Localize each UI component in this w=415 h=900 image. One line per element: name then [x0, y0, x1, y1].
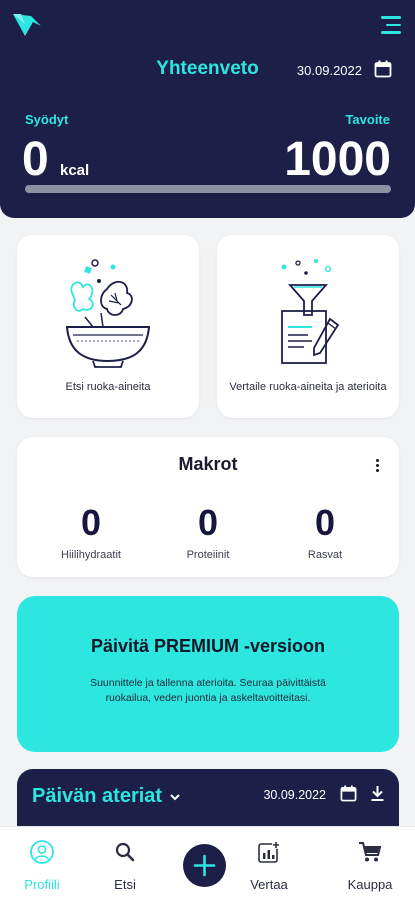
calorie-progress-bar	[25, 185, 391, 193]
compare-chart-icon	[258, 841, 280, 863]
compare-foods-label: Vertaile ruoka-aineita ja aterioita	[229, 381, 387, 393]
macro-carbs-value: 0	[80, 502, 102, 543]
nav-profile-label: Profiili	[24, 877, 60, 892]
macros-card: Makrot 0 Hiilihydraatit 0 Proteiinit 0 R…	[17, 437, 399, 577]
nav-compare-label: Vertaa	[250, 877, 288, 892]
goal-label: Tavoite	[345, 112, 390, 127]
macro-protein: 0 Proteiinit	[158, 502, 258, 562]
hamburger-menu-icon[interactable]	[381, 16, 401, 34]
premium-upgrade-banner[interactable]: Päivitä PREMIUM -versioon Suunnittele ja…	[17, 596, 399, 752]
goal-value: 1000	[284, 133, 391, 186]
daily-meals-date: 30.09.2022	[263, 788, 326, 802]
search-foods-label: Etsi ruoka-aineita	[65, 381, 151, 393]
summary-header: Yhteenveto 30.09.2022 Syödyt Tavoite 0 k…	[0, 0, 415, 218]
macro-fat-value: 0	[314, 502, 336, 543]
eaten-value: 0	[22, 133, 49, 186]
nav-shop-label: Kauppa	[347, 877, 393, 892]
macro-protein-value: 0	[197, 502, 219, 543]
more-options-icon[interactable]	[376, 459, 380, 474]
nav-shop[interactable]: Kauppa	[335, 839, 405, 892]
eaten-label: Syödyt	[25, 112, 69, 127]
app-logo-icon[interactable]	[11, 12, 43, 38]
macro-protein-label: Proteiinit	[186, 549, 230, 561]
chevron-down-icon[interactable]	[169, 791, 181, 803]
cart-icon	[359, 842, 382, 862]
nav-profile[interactable]: Profiili	[7, 839, 77, 892]
calendar-icon[interactable]	[340, 785, 357, 802]
nav-search-label: Etsi	[114, 877, 136, 892]
search-icon	[115, 842, 135, 862]
macro-carbs: 0 Hiilihydraatit	[41, 502, 141, 562]
compare-foods-tile[interactable]: Vertaile ruoka-aineita ja aterioita	[217, 235, 399, 418]
header-date: 30.09.2022	[296, 63, 362, 78]
search-foods-tile[interactable]: Etsi ruoka-aineita	[17, 235, 199, 418]
premium-title: Päivitä PREMIUM -versioon	[90, 636, 326, 656]
macro-fat: 0 Rasvat	[275, 502, 375, 562]
premium-description: Suunnittele ja tallenna aterioita. Seura…	[90, 677, 326, 704]
add-icon	[193, 854, 216, 877]
profile-icon	[30, 840, 54, 864]
macros-title: Makrot	[178, 454, 238, 474]
daily-meals-title[interactable]: Päivän ateriat	[32, 785, 162, 808]
download-icon[interactable]	[370, 785, 385, 802]
salad-bowl-icon	[65, 259, 151, 368]
macro-fat-label: Rasvat	[307, 549, 343, 561]
calendar-icon[interactable]	[374, 60, 392, 78]
compare-funnel-icon	[281, 259, 340, 364]
macro-carbs-label: Hiilihydraatit	[61, 549, 121, 561]
nav-compare[interactable]: Vertaa	[234, 839, 304, 892]
nav-search[interactable]: Etsi	[90, 839, 160, 892]
add-button[interactable]	[183, 844, 226, 887]
eaten-unit: kcal	[60, 162, 90, 179]
